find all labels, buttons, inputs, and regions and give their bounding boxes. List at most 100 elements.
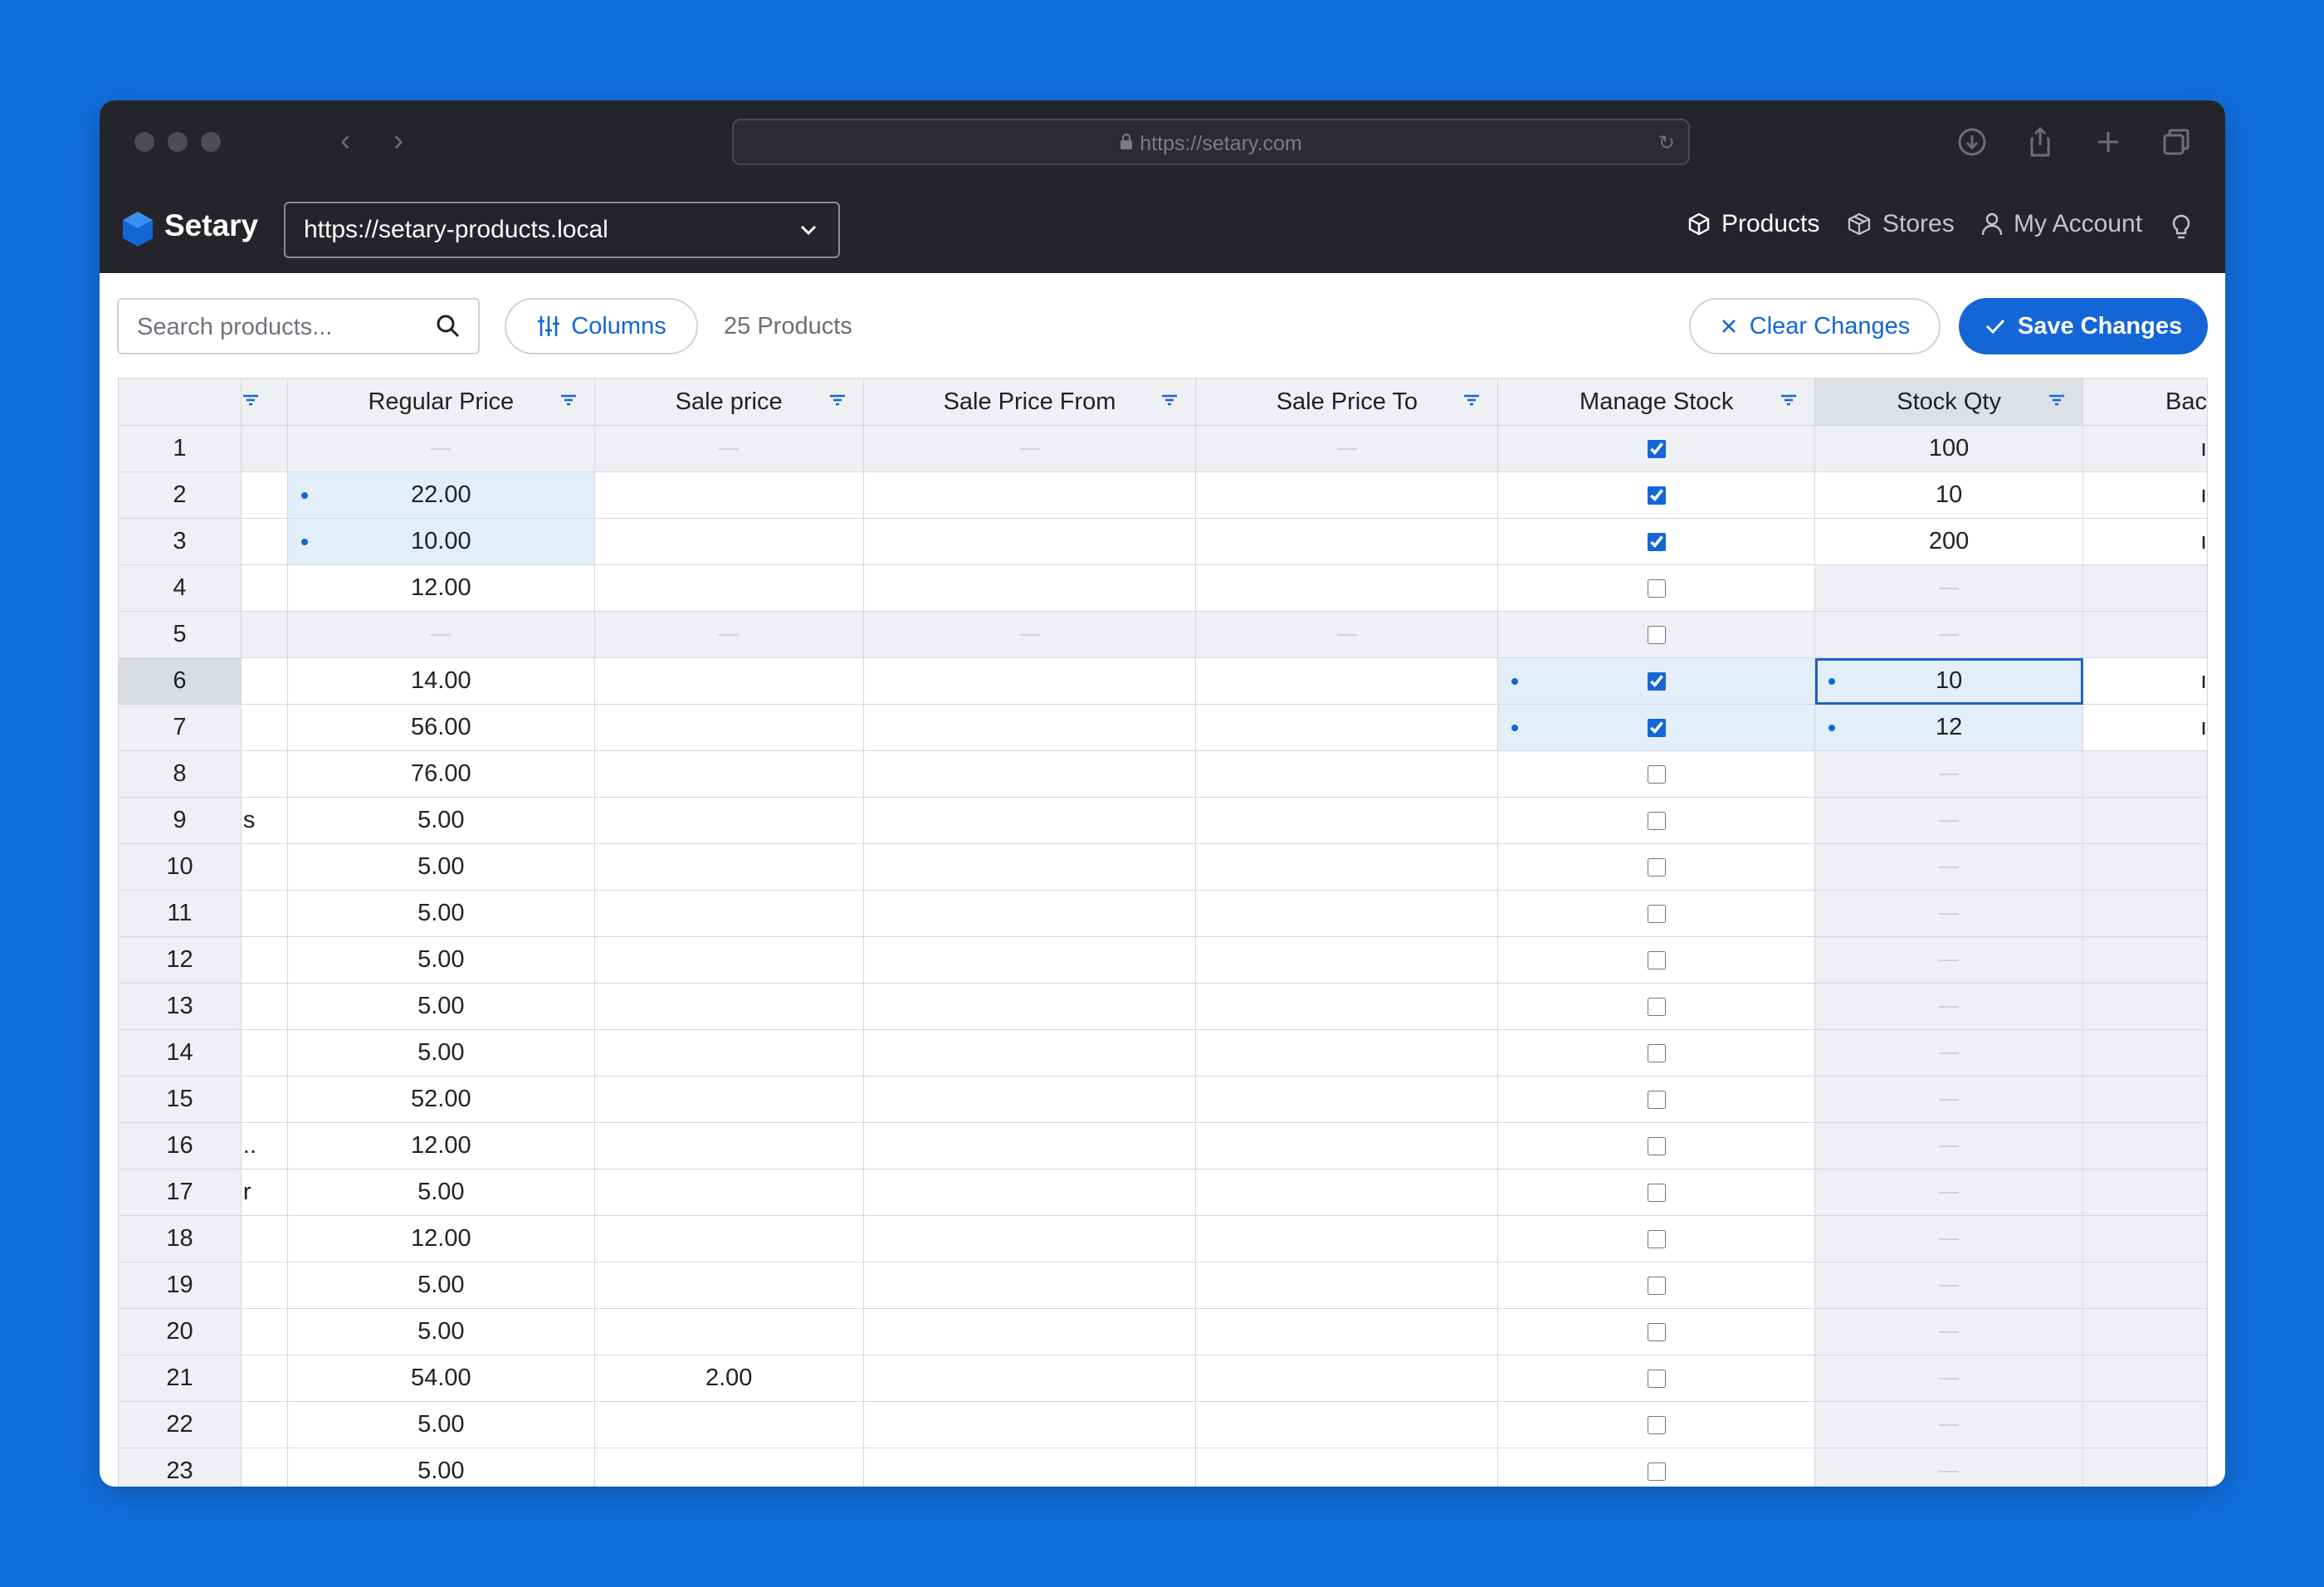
stock-qty-cell[interactable] <box>1814 1355 2084 1402</box>
sale-price-to-cell[interactable] <box>1195 1448 1499 1487</box>
manage-stock-checkbox[interactable] <box>1647 533 1666 552</box>
sale-price-from-cell[interactable] <box>862 1401 1197 1448</box>
filter-icon[interactable] <box>1462 393 1481 407</box>
stock-qty-cell[interactable] <box>1814 1401 2084 1448</box>
stock-qty-cell[interactable] <box>1814 797 2084 844</box>
product-name-cell[interactable] <box>240 1215 288 1262</box>
manage-stock-checkbox[interactable] <box>1647 765 1666 784</box>
stock-qty-cell[interactable] <box>1814 1029 2084 1077</box>
backorders-cell[interactable] <box>2082 564 2208 612</box>
backorders-cell[interactable] <box>2082 936 2208 984</box>
nav-products[interactable]: Products <box>1687 210 1819 238</box>
sale-price-from-cell[interactable] <box>862 564 1197 612</box>
product-name-cell[interactable]: s <box>240 797 288 844</box>
backorders-cell[interactable] <box>2082 1169 2208 1216</box>
backorders-cell[interactable] <box>2082 1355 2208 1402</box>
sale-price-from-cell[interactable] <box>862 1215 1197 1262</box>
row-number[interactable]: 23 <box>118 1448 242 1487</box>
sale-price-to-cell[interactable] <box>1195 1308 1499 1355</box>
row-number[interactable]: 22 <box>118 1401 242 1448</box>
download-icon[interactable] <box>1955 125 1989 159</box>
product-name-cell[interactable] <box>240 843 288 891</box>
search-input[interactable] <box>119 300 421 354</box>
product-name-cell[interactable] <box>240 750 288 798</box>
sale-price-to-cell[interactable] <box>1195 1076 1499 1123</box>
sale-price-from-cell[interactable] <box>862 890 1197 937</box>
sale-price-cell[interactable] <box>593 1122 864 1169</box>
columns-button[interactable]: Columns <box>505 298 698 354</box>
regular-price-cell[interactable]: 10.00 <box>286 518 595 565</box>
product-name-cell[interactable]: r <box>240 1169 288 1216</box>
sale-price-to-cell[interactable] <box>1195 564 1499 612</box>
maximize-window-button[interactable] <box>201 132 221 152</box>
sale-price-from-cell[interactable] <box>862 657 1197 705</box>
row-number[interactable]: 10 <box>118 843 242 891</box>
sale-price-cell[interactable] <box>593 704 864 751</box>
save-changes-button[interactable]: Save Changes <box>1959 298 2208 354</box>
manage-stock-cell[interactable] <box>1497 1076 1816 1123</box>
manage-stock-cell[interactable] <box>1497 1308 1816 1355</box>
sale-price-from-cell[interactable] <box>862 936 1197 984</box>
sale-price-cell[interactable] <box>593 657 864 705</box>
close-window-button[interactable] <box>134 132 154 152</box>
regular-price-cell[interactable]: 5.00 <box>286 1308 595 1355</box>
sale-price-cell[interactable] <box>593 750 864 798</box>
regular-price-cell[interactable]: 56.00 <box>286 704 595 751</box>
stock-qty-cell[interactable]: 12 <box>1814 704 2084 751</box>
sale-price-from-cell[interactable] <box>862 1355 1197 1402</box>
manage-stock-cell[interactable] <box>1497 1262 1816 1309</box>
manage-stock-checkbox[interactable] <box>1647 812 1666 831</box>
sale-price-to-cell[interactable] <box>1195 471 1499 519</box>
row-number[interactable]: 15 <box>118 1076 242 1123</box>
sale-price-to-cell[interactable] <box>1195 1262 1499 1309</box>
back-icon[interactable]: ‹ <box>340 125 350 155</box>
stock-qty-cell[interactable] <box>1814 1215 2084 1262</box>
manage-stock-checkbox[interactable] <box>1647 905 1666 924</box>
product-name-cell[interactable] <box>240 704 288 751</box>
manage-stock-cell[interactable] <box>1497 1448 1816 1487</box>
stock-qty-cell[interactable] <box>1814 1448 2084 1487</box>
sale-price-to-cell[interactable] <box>1195 797 1499 844</box>
manage-stock-checkbox[interactable] <box>1647 1277 1666 1296</box>
product-name-cell[interactable] <box>240 1262 288 1309</box>
column-header-regular-price[interactable]: Regular Price <box>286 378 595 426</box>
row-number[interactable]: 11 <box>118 890 242 937</box>
regular-price-cell[interactable]: 14.00 <box>286 657 595 705</box>
backorders-cell[interactable] <box>2082 1122 2208 1169</box>
backorders-cell[interactable] <box>2082 1448 2208 1487</box>
regular-price-cell[interactable]: 5.00 <box>286 1029 595 1077</box>
manage-stock-cell[interactable] <box>1497 797 1816 844</box>
sale-price-cell[interactable] <box>593 564 864 612</box>
product-name-cell[interactable] <box>240 564 288 612</box>
backorders-cell[interactable] <box>2082 983 2208 1030</box>
share-icon[interactable] <box>2024 125 2057 159</box>
backorders-cell[interactable] <box>2082 611 2208 658</box>
clear-changes-button[interactable]: Clear Changes <box>1689 298 1941 354</box>
sale-price-cell[interactable] <box>593 1308 864 1355</box>
sale-price-cell[interactable] <box>593 471 864 519</box>
regular-price-cell[interactable]: 5.00 <box>286 1169 595 1216</box>
regular-price-cell[interactable]: 12.00 <box>286 1215 595 1262</box>
product-name-cell[interactable] <box>240 1029 288 1077</box>
manage-stock-checkbox[interactable] <box>1647 1230 1666 1249</box>
sale-price-cell[interactable] <box>593 797 864 844</box>
sale-price-from-cell[interactable] <box>862 1029 1197 1077</box>
row-number[interactable]: 1 <box>118 425 242 472</box>
product-name-cell[interactable] <box>240 657 288 705</box>
sale-price-cell[interactable] <box>593 936 864 984</box>
stock-qty-cell[interactable] <box>1814 936 2084 984</box>
regular-price-cell[interactable]: 54.00 <box>286 1355 595 1402</box>
product-name-cell[interactable] <box>240 611 288 658</box>
filter-icon[interactable] <box>828 393 847 407</box>
regular-price-cell[interactable]: 5.00 <box>286 797 595 844</box>
column-header-manage-stock[interactable]: Manage Stock <box>1497 378 1816 426</box>
filter-icon[interactable] <box>242 393 260 407</box>
manage-stock-cell[interactable] <box>1497 750 1816 798</box>
new-tab-icon[interactable] <box>2092 125 2125 159</box>
backorders-cell[interactable] <box>2082 750 2208 798</box>
manage-stock-cell[interactable] <box>1497 1355 1816 1402</box>
column-header-stock-qty[interactable]: Stock Qty <box>1814 378 2084 426</box>
sale-price-cell[interactable] <box>593 890 864 937</box>
filter-icon[interactable] <box>1780 393 1798 407</box>
manage-stock-cell[interactable] <box>1497 704 1816 751</box>
